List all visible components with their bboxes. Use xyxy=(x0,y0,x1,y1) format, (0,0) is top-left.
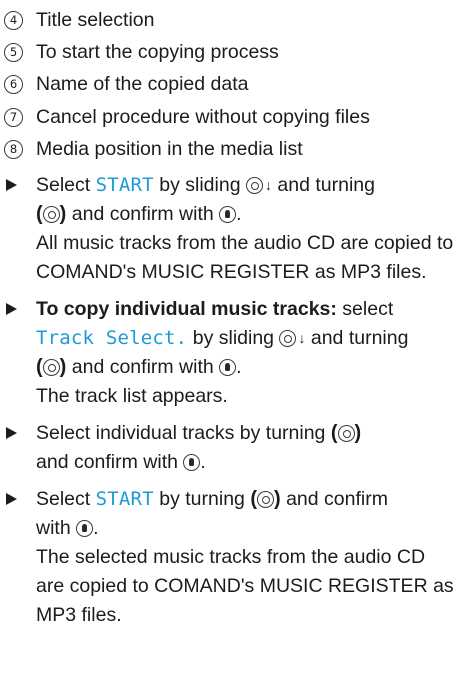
step-text: . xyxy=(236,356,242,379)
legend-text: Name of the copied data xyxy=(36,73,249,96)
menu-keyword-track-select: Track Select. xyxy=(36,327,188,350)
slide-down-arrow-icon: ↓ xyxy=(264,177,272,194)
legend-item-8: 8 Media position in the media list xyxy=(4,133,457,165)
menu-keyword-start: START xyxy=(95,174,154,197)
step-text: by turning xyxy=(153,488,251,511)
legend-number: 5 xyxy=(4,42,23,62)
instruction-steps: Select START by sliding ↓ and turning ()… xyxy=(4,171,457,630)
menu-keyword-start: START xyxy=(95,488,154,511)
legend-number: 7 xyxy=(4,107,23,127)
press-controller-icon xyxy=(219,359,237,377)
step-result: All music tracks from the audio CD are c… xyxy=(36,232,454,284)
step-text: Select xyxy=(36,488,96,511)
legend-text: Cancel procedure without copying files xyxy=(36,105,370,128)
step-heading: To copy individual music tracks: xyxy=(36,298,337,321)
step-result: The track list appears. xyxy=(36,385,228,408)
step-text: by sliding xyxy=(153,174,246,197)
press-controller-icon xyxy=(183,454,201,472)
step-copy-individual: To copy individual music tracks: select … xyxy=(4,295,457,411)
legend-number: 4 xyxy=(4,10,23,30)
legend-text: To start the copying process xyxy=(36,40,279,63)
legend-text: Title selection xyxy=(36,8,155,31)
legend-list: 4 Title selection 5 To start the copying… xyxy=(4,4,457,165)
step-result: The selected music tracks from the audio… xyxy=(36,546,454,627)
press-controller-icon xyxy=(76,520,94,538)
step-text: and confirm with xyxy=(66,203,220,226)
legend-item-6: 6 Name of the copied data xyxy=(4,69,457,101)
step-text: and confirm with xyxy=(66,356,220,379)
legend-item-7: 7 Cancel procedure without copying files xyxy=(4,101,457,133)
step-text: and turning xyxy=(271,174,375,197)
step-text: and confirm with xyxy=(36,451,184,474)
step-select-tracks: Select individual tracks by turning () a… xyxy=(4,419,457,477)
turn-controller-icon: () xyxy=(250,488,281,511)
turn-controller-icon: () xyxy=(330,422,362,445)
turn-controller-icon: () xyxy=(36,203,67,226)
step-text: Select xyxy=(36,174,96,197)
legend-number: 6 xyxy=(4,75,23,95)
step-text: and turning xyxy=(305,327,409,350)
document-page: 4 Title selection 5 To start the copying… xyxy=(0,0,461,630)
legend-item-5: 5 To start the copying process xyxy=(4,36,457,68)
press-controller-icon xyxy=(219,206,237,224)
step-text: Select individual tracks by turning xyxy=(36,422,331,445)
step-text: select xyxy=(336,298,394,321)
step-text: . xyxy=(200,451,206,474)
legend-text: Media position in the media list xyxy=(36,137,303,160)
step-text: . xyxy=(236,203,242,226)
step-bullet-icon xyxy=(6,179,17,192)
step-bullet-icon xyxy=(6,303,17,316)
step-text: and confirm xyxy=(280,488,388,511)
controller-icon xyxy=(279,330,297,348)
step-bullet-icon xyxy=(6,427,17,440)
step-text: . xyxy=(93,517,99,540)
legend-number: 8 xyxy=(4,139,23,159)
step-text: by sliding xyxy=(187,327,280,350)
step-start-copy-selected: Select START by turning () and confirm w… xyxy=(4,485,457,630)
step-text: with xyxy=(36,517,77,540)
controller-icon xyxy=(245,177,263,195)
turn-controller-icon: () xyxy=(36,356,67,379)
step-bullet-icon xyxy=(6,493,17,506)
legend-item-4: 4 Title selection xyxy=(4,4,457,36)
step-start-copy-all: Select START by sliding ↓ and turning ()… xyxy=(4,171,457,287)
